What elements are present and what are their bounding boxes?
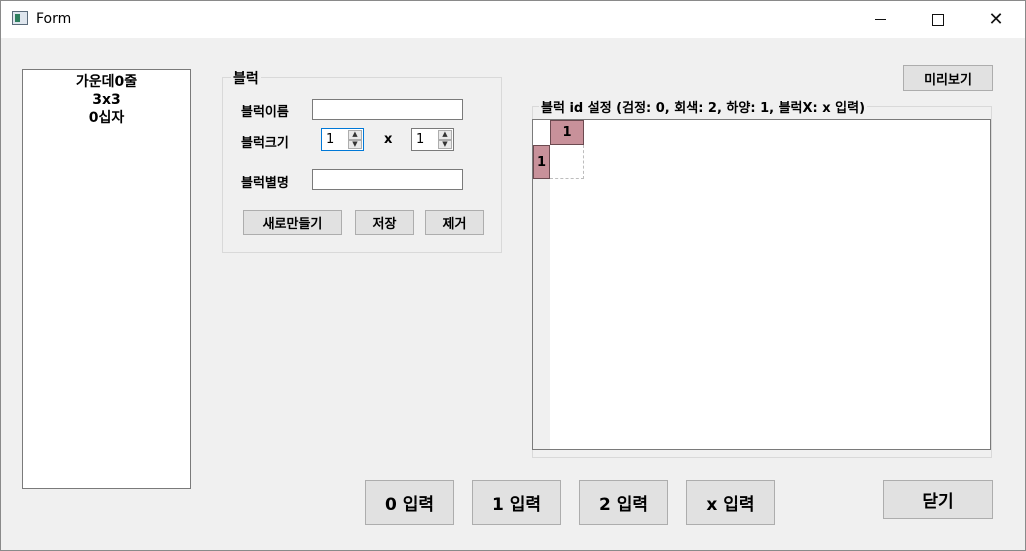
close-window-button[interactable]: ✕	[967, 1, 1025, 38]
grid-corner	[533, 120, 550, 145]
remove-block-button[interactable]: 제거	[425, 210, 484, 235]
save-block-button[interactable]: 저장	[355, 210, 414, 235]
list-item[interactable]: 가운데0줄	[23, 73, 190, 91]
new-block-button[interactable]: 새로만들기	[243, 210, 342, 235]
preview-button[interactable]: 미리보기	[903, 65, 993, 91]
minimize-icon	[874, 19, 886, 20]
input-1-button[interactable]: 1 입력	[472, 480, 561, 525]
input-2-button[interactable]: 2 입력	[579, 480, 668, 525]
spin-up-icon[interactable]: ▲	[348, 130, 362, 140]
minimize-button[interactable]	[851, 1, 909, 38]
block-height-value: 1	[416, 132, 425, 147]
size-separator: x	[384, 132, 393, 147]
form-window: Form ✕ 가운데0줄 3x3 0십자 블럭 블럭이름 블럭크기 1 ▲ ▼ …	[0, 0, 1026, 551]
close-button[interactable]: 닫기	[883, 480, 993, 519]
block-name-label: 블럭이름	[241, 105, 289, 120]
column-header[interactable]: 1	[550, 120, 584, 145]
maximize-icon	[932, 13, 944, 26]
row-header[interactable]: 1	[533, 145, 550, 179]
block-id-legend: 블럭 id 설정 (검정: 0, 회색: 2, 하양: 1, 블럭X: x 입력…	[539, 97, 868, 116]
spin-down-icon[interactable]: ▼	[438, 139, 452, 149]
spin-up-icon[interactable]: ▲	[438, 130, 452, 140]
window-title: Form	[36, 11, 72, 27]
block-name-input[interactable]	[312, 99, 463, 120]
block-width-stepper[interactable]: 1 ▲ ▼	[321, 128, 364, 151]
close-icon: ✕	[988, 8, 1004, 30]
block-listbox[interactable]: 가운데0줄 3x3 0십자	[22, 69, 191, 489]
width-spin-arrows[interactable]: ▲ ▼	[348, 130, 362, 149]
list-item[interactable]: 0십자	[23, 109, 190, 127]
maximize-button[interactable]	[909, 1, 967, 38]
block-alias-label: 블럭별명	[241, 176, 289, 191]
block-size-label: 블럭크기	[241, 136, 289, 151]
block-alias-input[interactable]	[312, 169, 463, 190]
input-x-button[interactable]: x 입력	[686, 480, 775, 525]
block-id-grid[interactable]: 1 1	[532, 119, 991, 450]
grid-cell[interactable]	[550, 145, 584, 179]
list-item[interactable]: 3x3	[23, 91, 190, 109]
title-bar: Form ✕	[1, 1, 1025, 38]
block-height-stepper[interactable]: 1 ▲ ▼	[411, 128, 454, 151]
input-0-button[interactable]: 0 입력	[365, 480, 454, 525]
block-group-legend: 블럭	[231, 68, 261, 88]
height-spin-arrows[interactable]: ▲ ▼	[438, 130, 452, 149]
app-icon	[12, 11, 28, 25]
spin-down-icon[interactable]: ▼	[348, 139, 362, 149]
block-width-value: 1	[326, 132, 335, 147]
